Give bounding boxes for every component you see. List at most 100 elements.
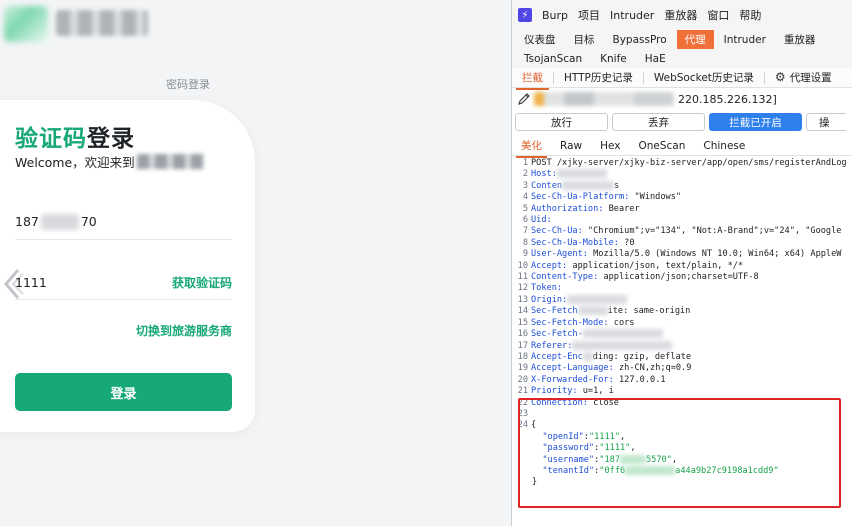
forward-button[interactable]: 放行 xyxy=(515,113,608,131)
header-key: Accept: xyxy=(531,260,568,271)
tab-bypasspro[interactable]: BypassPro xyxy=(605,32,675,48)
pencil-icon[interactable] xyxy=(516,91,532,107)
line-text: Uid: xyxy=(531,215,552,226)
get-code-button[interactable]: 获取验证码 xyxy=(172,274,232,291)
line-number: 16 xyxy=(517,329,528,340)
header-line: 5 Authorization: Bearer xyxy=(512,204,852,215)
line-number: 15 xyxy=(517,317,528,328)
login-button[interactable]: 登录 xyxy=(15,373,232,411)
line-text: Accept: application/json, text/plain, */… xyxy=(531,261,743,272)
header-key: Sec-Ch-Ua: xyxy=(531,226,583,237)
username-redacted xyxy=(620,454,646,464)
header-key: Content-Type: xyxy=(531,272,599,283)
line-text: Priority: u=1, i xyxy=(531,386,614,397)
host-redacted xyxy=(534,92,674,106)
menu-window[interactable]: 窗口 xyxy=(707,7,729,23)
line-number: 13 xyxy=(517,294,528,305)
header-key: Conten xyxy=(531,180,563,191)
header-value: zh-CN,zh;q=0.9 xyxy=(613,363,692,374)
line-number: 6 xyxy=(522,215,528,226)
line-number: 14 xyxy=(517,306,528,317)
line-text: Sec-Fetch ite: same-origin xyxy=(531,306,690,317)
header-key: Sec-Fetch- xyxy=(531,329,583,340)
header-line: 15 Sec-Fetch-Mode: cors xyxy=(512,318,852,329)
header-line: 8 Sec-Ch-Ua-Mobile: ?0 xyxy=(512,238,852,249)
header-line: 10 Accept: application/json, text/plain, … xyxy=(512,261,852,272)
header-key: Sec-Fetch xyxy=(531,306,578,317)
redacted-value xyxy=(577,306,608,316)
header-line: 7 Sec-Ch-Ua: "Chromium";v="134", "Not:A-B… xyxy=(512,226,852,237)
switch-provider-link[interactable]: 切换到旅游服务商 xyxy=(136,322,232,339)
message-view-tabs: 美化 Raw Hex OneScan Chinese xyxy=(512,136,852,158)
menu-intruder[interactable]: Intruder xyxy=(610,9,654,22)
tenant-redacted xyxy=(625,465,676,475)
drop-button[interactable]: 丢弃 xyxy=(612,113,705,131)
line-text: Connection: close xyxy=(531,398,619,409)
header-value: Mozilla/5.0 (Windows NT 10.0; Win64; x64… xyxy=(587,249,842,260)
password-login-link[interactable]: 密码登录 xyxy=(166,76,210,92)
tab-repeater[interactable]: 重放器 xyxy=(776,30,824,49)
proxy-settings-button[interactable]: ⚙ 代理设置 xyxy=(765,68,842,87)
main-tabs-row1: 仪表盘 目标 BypassPro 代理 Intruder 重放器 xyxy=(512,30,852,49)
intercept-on-button[interactable]: 拦截已开启 xyxy=(709,113,802,131)
tab-websocket-history[interactable]: WebSocket历史记录 xyxy=(644,68,764,87)
title-green: 验证码 xyxy=(15,126,87,152)
tab-tsojanscan[interactable]: TsojanScan xyxy=(516,51,590,67)
header-value: u=1, i xyxy=(577,386,614,397)
verification-code-field[interactable]: 1111 获取验证码 xyxy=(15,266,232,300)
menu-project[interactable]: 项目 xyxy=(578,7,600,23)
tab-http-history[interactable]: HTTP历史记录 xyxy=(554,68,643,87)
tab-chinese[interactable]: Chinese xyxy=(694,138,754,154)
menu-repeater[interactable]: 重放器 xyxy=(664,7,697,23)
line-text: Sec-Ch-Ua: "Chromium";v="134", "Not:A-Br… xyxy=(531,226,841,237)
line-text: Host: xyxy=(531,169,607,180)
line-text: X-Forwarded-For: 127.0.0.1 xyxy=(531,375,666,386)
action-button[interactable]: 操 xyxy=(806,113,846,131)
line-number: 23 xyxy=(517,408,528,419)
header-line: 22 Connection: close xyxy=(512,398,852,409)
host-ip: 220.185.226.132] xyxy=(678,92,777,106)
header-key: Host: xyxy=(531,169,557,180)
tab-proxy[interactable]: 代理 xyxy=(676,30,714,49)
header-line: 3 Conten s xyxy=(512,180,852,192)
line-number: 7 xyxy=(522,226,528,237)
header-line: 14 Sec-Fetch ite: same-origin xyxy=(512,306,852,317)
menu-burp[interactable]: Burp xyxy=(542,9,568,22)
burp-logo-icon: ⚡ xyxy=(518,8,532,22)
header-key: Authorization: xyxy=(531,203,604,214)
intercept-buttons: 放行 丢弃 拦截已开启 操 xyxy=(512,110,852,134)
request-host-line: 220.185.226.132] xyxy=(512,88,852,110)
page-title: 验证码登录 xyxy=(15,119,135,153)
phone-field[interactable]: 187 70 xyxy=(15,204,232,240)
header-value: cors xyxy=(608,317,635,328)
tab-dashboard[interactable]: 仪表盘 xyxy=(516,30,564,49)
header-value: ding: gzip, deflate xyxy=(592,351,692,362)
header-line: 2 Host: xyxy=(512,169,852,180)
tab-target[interactable]: 目标 xyxy=(566,30,603,49)
tab-knife[interactable]: Knife xyxy=(592,51,635,67)
request-editor[interactable]: 1 POST /xjky-server/xjky-biz-server/app/o… xyxy=(512,156,852,522)
line-number: 5 xyxy=(522,203,528,214)
code-value: 1111 xyxy=(15,275,47,290)
json-line: } xyxy=(532,477,538,488)
tab-intercept[interactable]: 拦截 xyxy=(512,68,553,90)
tab-intruder[interactable]: Intruder xyxy=(716,32,774,48)
header-key: Priority: xyxy=(531,386,578,397)
tab-raw[interactable]: Raw xyxy=(551,138,591,154)
header-key: Connection: xyxy=(531,397,588,408)
header-line: 12 Token: xyxy=(512,283,852,294)
tab-hae[interactable]: HaE xyxy=(637,51,674,67)
phone-redacted xyxy=(40,213,79,230)
tab-hex[interactable]: Hex xyxy=(591,138,629,154)
redacted-value xyxy=(582,329,663,339)
header-value: application/json, text/plain, */* xyxy=(567,260,744,271)
proxy-subtabs: 拦截 HTTP历史记录 WebSocket历史记录 ⚙ 代理设置 xyxy=(512,68,852,90)
line-text: Origin: xyxy=(531,294,628,306)
tab-pretty[interactable]: 美化 xyxy=(512,136,551,158)
screenshot-root: 密码登录 验证码登录 Welcome，欢迎来到 187 70 1111 获取验证… xyxy=(0,0,852,526)
menu-help[interactable]: 帮助 xyxy=(739,7,761,23)
header-value: { xyxy=(531,420,537,431)
header-line: 13 Origin: xyxy=(512,294,852,306)
tab-onescan[interactable]: OneScan xyxy=(629,138,694,154)
line-number: 19 xyxy=(517,363,528,374)
